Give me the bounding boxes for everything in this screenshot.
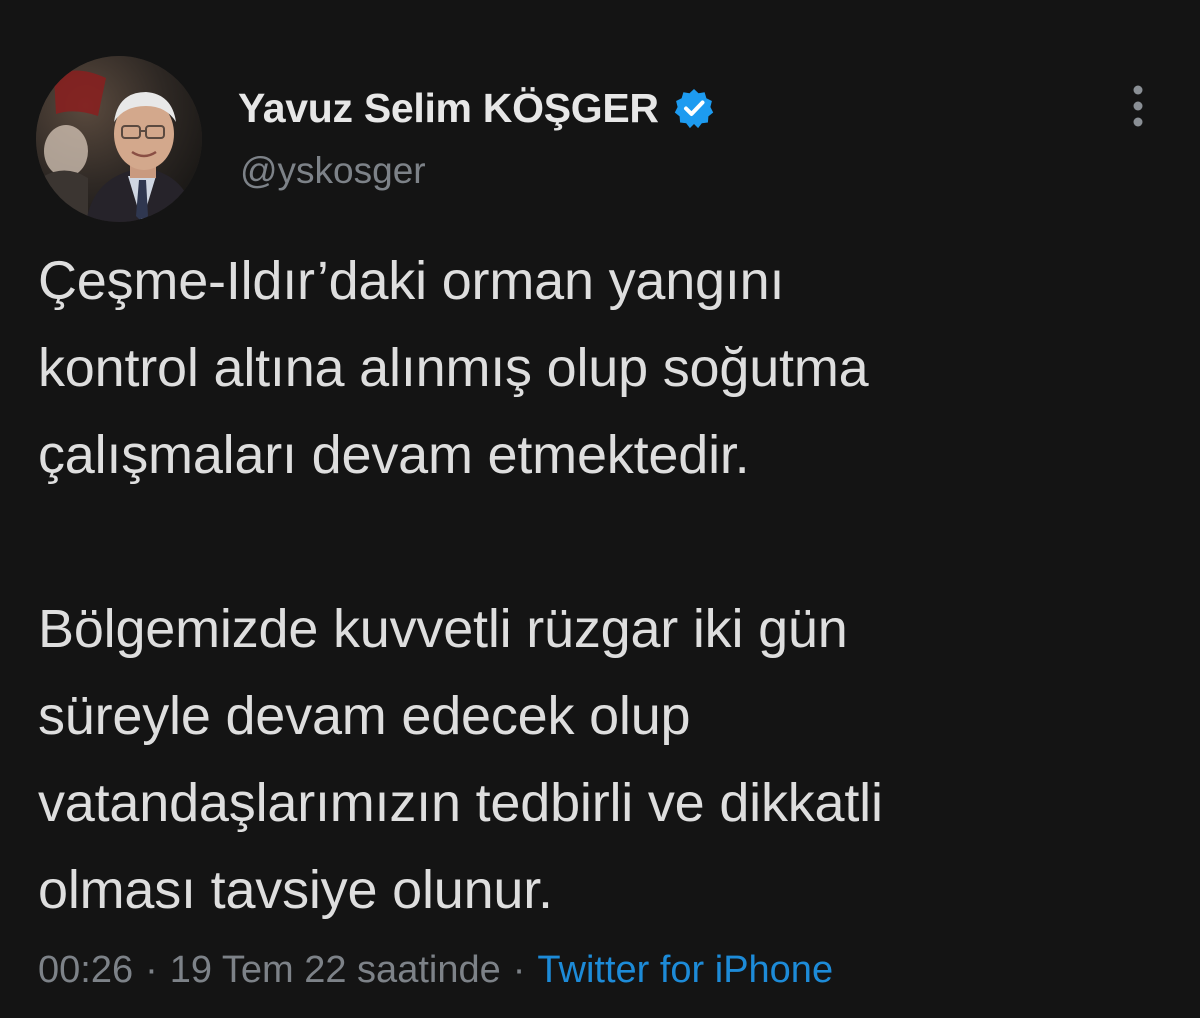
tweet-date[interactable]: 19 Tem 22 saatinde (170, 949, 501, 992)
tweet-paragraph: Bölgemizde kuvvetli rüzgar iki gün sürey… (38, 599, 883, 920)
author-display-name[interactable]: Yavuz Selim KÖŞGER (238, 85, 659, 132)
author-handle[interactable]: @yskosger (240, 150, 426, 192)
tweet-text: Çeşme-Ildır’daki orman yangını kontrol a… (38, 238, 1158, 934)
tweet-source-link[interactable]: Twitter for iPhone (537, 949, 833, 992)
tweet-paragraph: Çeşme-Ildır’daki orman yangını kontrol a… (38, 251, 869, 485)
meta-separator: · (512, 948, 526, 991)
tweet-meta: 00:26 · 19 Tem 22 saatinde · Twitter for… (38, 942, 833, 998)
tweet-time[interactable]: 00:26 (38, 949, 133, 992)
meta-separator: · (145, 948, 158, 991)
more-vertical-icon[interactable] (1116, 78, 1160, 134)
author-name-row: Yavuz Selim KÖŞGER (238, 80, 715, 136)
tweet-card: Yavuz Selim KÖŞGER @yskosger Çeşme-Ildır… (0, 0, 1200, 1018)
profile-photo (36, 56, 202, 222)
author-avatar[interactable] (36, 56, 202, 222)
verified-badge-icon (673, 87, 715, 129)
